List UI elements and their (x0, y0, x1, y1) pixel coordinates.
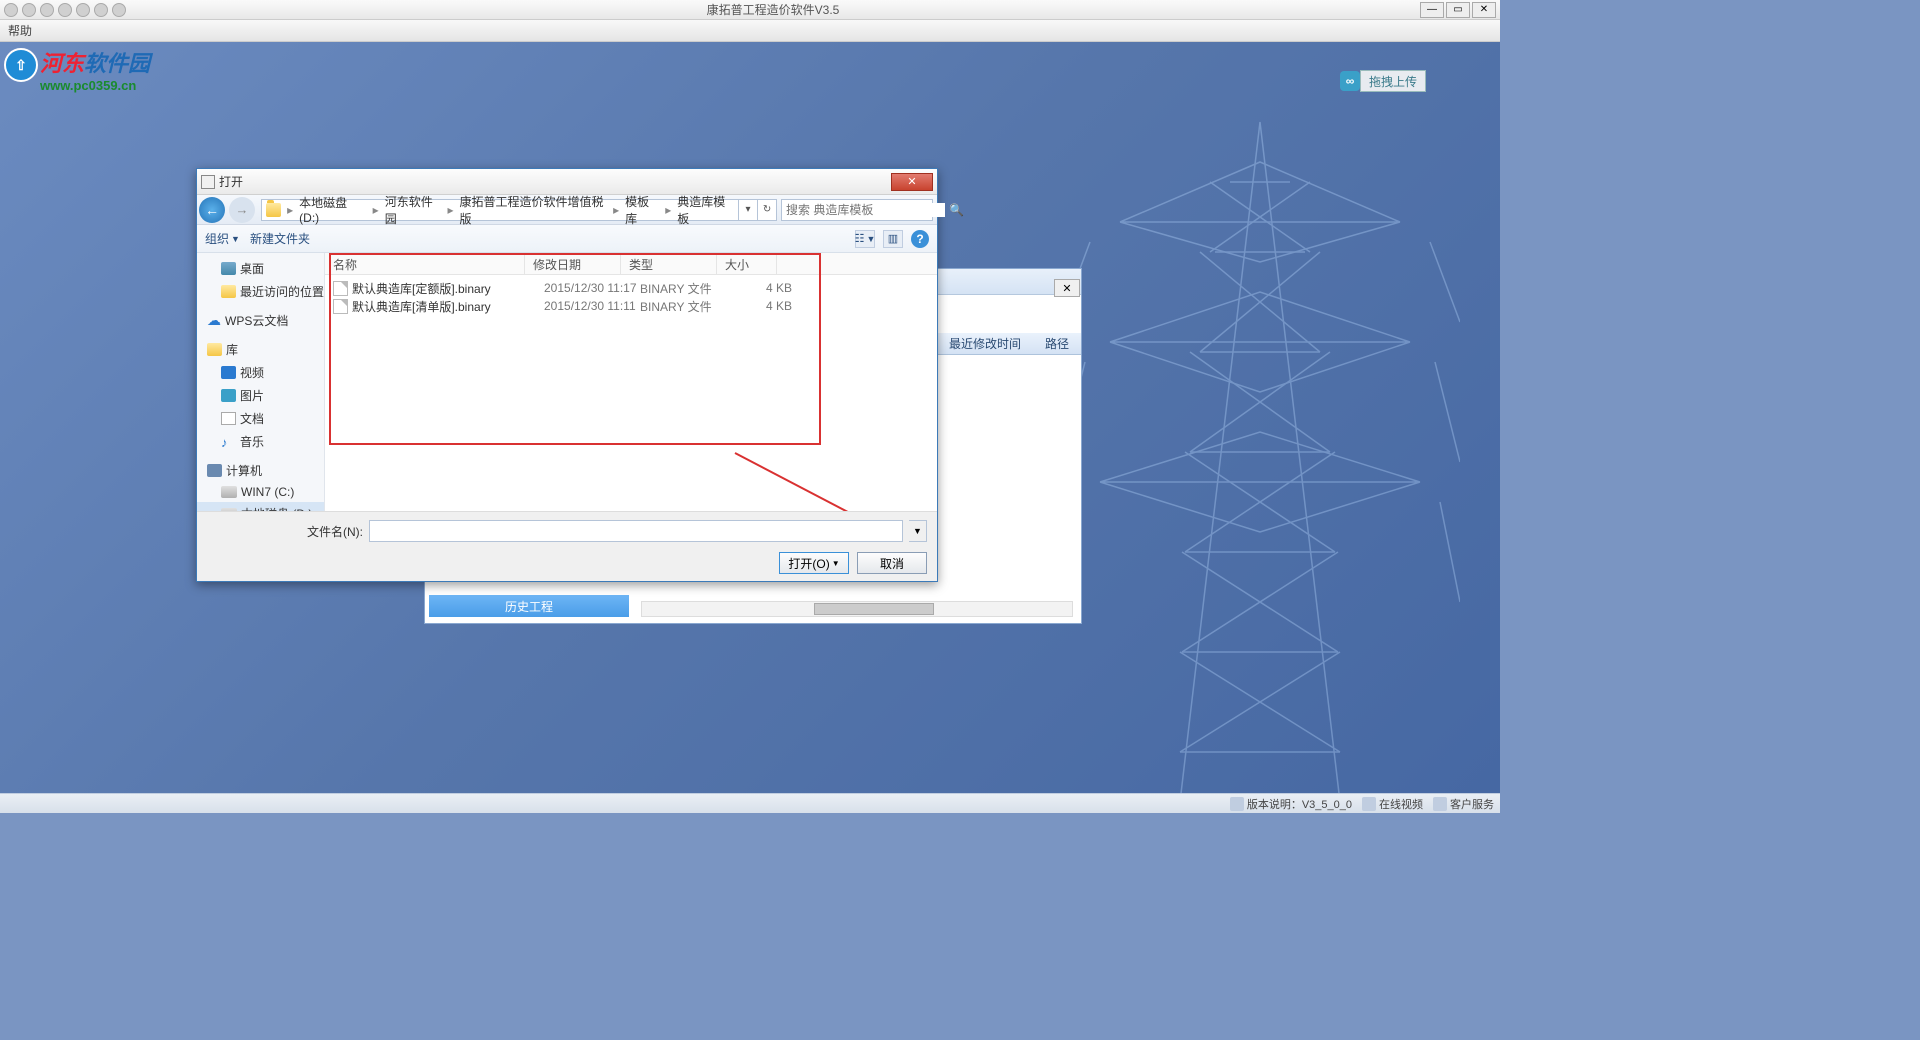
col-mtime[interactable]: 最近修改时间 (937, 333, 1033, 355)
tb-icon-1[interactable] (4, 3, 18, 17)
search-box[interactable]: 🔍 (781, 199, 933, 221)
file-icon (333, 281, 348, 296)
nav-forward-button[interactable]: → (229, 197, 255, 223)
tb-icon-2[interactable] (22, 3, 36, 17)
view-mode-button[interactable]: ☷▼ (855, 230, 875, 248)
sb-disk-d[interactable]: 本地磁盘 (D:) (197, 502, 324, 511)
refresh-button[interactable]: ↻ (757, 199, 776, 221)
status-support[interactable]: 客户服务 (1433, 796, 1494, 812)
search-input[interactable] (782, 203, 945, 217)
nav-back-button[interactable]: ← (199, 197, 225, 223)
filename-input[interactable] (369, 520, 903, 542)
nav-sidebar: 桌面 最近访问的位置 ☁WPS云文档 库 视频 图片 文档 ♪音乐 计算机 WI… (197, 253, 325, 511)
status-online[interactable]: 在线视频 (1362, 796, 1423, 812)
sb-documents[interactable]: 文档 (197, 407, 324, 430)
tb-icon-7[interactable] (112, 3, 126, 17)
sb-desktop[interactable]: 桌面 (197, 257, 324, 280)
dialog-body: 桌面 最近访问的位置 ☁WPS云文档 库 视频 图片 文档 ♪音乐 计算机 WI… (197, 253, 937, 511)
minimize-button[interactable]: — (1420, 2, 1444, 18)
watermark-line1: 河东软件园 (40, 46, 150, 78)
preview-pane-button[interactable]: ▥ (883, 230, 903, 248)
bc-seg-1[interactable]: 河东软件园 (381, 193, 446, 227)
app-title: 康拓普工程造价软件V3.5 (707, 1, 840, 18)
history-project-button[interactable]: 历史工程 (429, 595, 629, 617)
dialog-titlebar: 打开 ✕ (197, 169, 937, 195)
upload-button[interactable]: 拖拽上传 (1360, 70, 1426, 92)
breadcrumb-dropdown[interactable]: ▾ (738, 199, 757, 221)
file-area: 名称 修改日期 类型 大小 默认典造库[定额版].binary 2015/12/… (325, 253, 937, 511)
col-type[interactable]: 类型 (621, 253, 717, 274)
sb-wps[interactable]: ☁WPS云文档 (197, 309, 324, 332)
h-scroll-thumb[interactable] (814, 603, 934, 615)
status-version[interactable]: 版本说明：V3_5_0_0 (1230, 796, 1352, 812)
cancel-button[interactable]: 取消 (857, 552, 927, 574)
breadcrumb[interactable]: ▸ 本地磁盘 (D:)▸ 河东软件园▸ 康拓普工程造价软件增值税版▸ 模板库▸ … (261, 199, 777, 221)
bc-seg-0[interactable]: 本地磁盘 (D:) (295, 194, 370, 225)
sb-pictures[interactable]: 图片 (197, 384, 324, 407)
h-scrollbar[interactable] (641, 601, 1073, 617)
sb-computer[interactable]: 计算机 (197, 459, 324, 482)
tb-icon-4[interactable] (58, 3, 72, 17)
maximize-button[interactable]: ▭ (1446, 2, 1470, 18)
filename-label: 文件名(N): (307, 523, 363, 540)
menubar: 帮助 (0, 20, 1500, 42)
bc-seg-4[interactable]: 典造库模板 (673, 193, 738, 227)
file-header: 名称 修改日期 类型 大小 (325, 253, 937, 275)
open-file-dialog: 打开 ✕ ← → ▸ 本地磁盘 (D:)▸ 河东软件园▸ 康拓普工程造价软件增值… (196, 168, 938, 582)
organize-button[interactable]: 组织▼ (205, 230, 240, 247)
folder-icon (266, 203, 281, 217)
panel-close-button[interactable]: ✕ (1054, 279, 1080, 297)
bc-seg-3[interactable]: 模板库 (621, 193, 663, 227)
dialog-title: 打开 (219, 173, 243, 190)
dialog-toolbar: 组织▼ 新建文件夹 ☷▼ ▥ ? (197, 225, 937, 253)
new-folder-button[interactable]: 新建文件夹 (250, 230, 310, 247)
col-date[interactable]: 修改日期 (525, 253, 621, 274)
sb-video[interactable]: 视频 (197, 361, 324, 384)
search-icon[interactable]: 🔍 (945, 203, 968, 217)
main-window: 康拓普工程造价软件V3.5 — ▭ ✕ 帮助 ⇧ 河东软件园 www.pc035… (0, 0, 1500, 813)
watermark-line2: www.pc0359.cn (40, 78, 150, 93)
tb-icon-5[interactable] (76, 3, 90, 17)
file-icon (333, 299, 348, 314)
app-body: ⇧ 河东软件园 www.pc0359.cn ∞ 拖拽上传 (0, 42, 1500, 793)
file-row[interactable]: 默认典造库[定额版].binary 2015/12/30 11:17 BINAR… (325, 279, 937, 297)
open-button[interactable]: 打开(O)▼ (779, 552, 849, 574)
dialog-footer: 文件名(N): ▼ 打开(O)▼ 取消 (197, 511, 937, 581)
watermark: ⇧ 河东软件园 www.pc0359.cn (4, 46, 150, 93)
filename-dropdown[interactable]: ▼ (909, 520, 927, 542)
sb-recent[interactable]: 最近访问的位置 (197, 280, 324, 303)
help-icon[interactable]: ? (911, 230, 929, 248)
sb-library[interactable]: 库 (197, 338, 324, 361)
tb-icon-3[interactable] (40, 3, 54, 17)
annotation-arrow (725, 443, 937, 511)
file-list: 默认典造库[定额版].binary 2015/12/30 11:17 BINAR… (325, 275, 937, 315)
titlebar: 康拓普工程造价软件V3.5 — ▭ ✕ (0, 0, 1500, 20)
dialog-close-button[interactable]: ✕ (891, 173, 933, 191)
dialog-icon (201, 175, 215, 189)
sb-music[interactable]: ♪音乐 (197, 430, 324, 453)
bc-seg-2[interactable]: 康拓普工程造价软件增值税版 (456, 193, 612, 227)
watermark-logo-icon: ⇧ (4, 48, 38, 82)
col-name[interactable]: 名称 (325, 253, 525, 274)
col-path[interactable]: 路径 (1033, 333, 1081, 355)
close-button[interactable]: ✕ (1472, 2, 1496, 18)
nav-bar: ← → ▸ 本地磁盘 (D:)▸ 河东软件园▸ 康拓普工程造价软件增值税版▸ 模… (197, 195, 937, 225)
power-tower-decoration (1060, 102, 1460, 822)
sb-win7[interactable]: WIN7 (C:) (197, 482, 324, 502)
tb-icon-6[interactable] (94, 3, 108, 17)
file-row[interactable]: 默认典造库[清单版].binary 2015/12/30 11:11 BINAR… (325, 297, 937, 315)
statusbar: 版本说明：V3_5_0_0 在线视频 客户服务 (0, 793, 1500, 813)
upload-icon[interactable]: ∞ (1340, 71, 1360, 91)
menu-help[interactable]: 帮助 (8, 22, 32, 39)
col-size[interactable]: 大小 (717, 253, 777, 274)
